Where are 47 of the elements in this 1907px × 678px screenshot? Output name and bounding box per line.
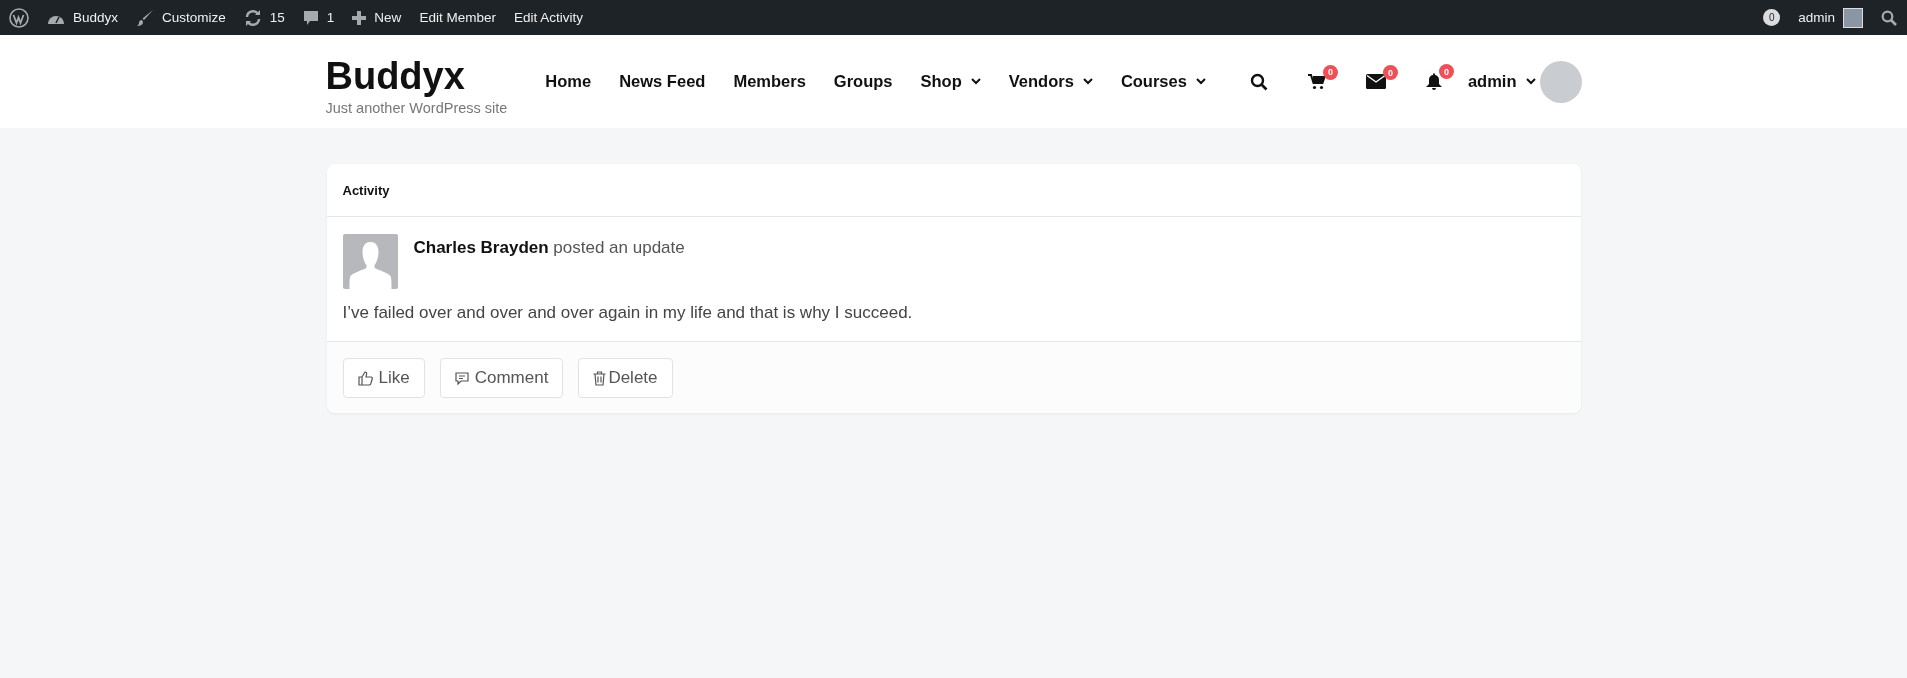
like-button[interactable]: Like bbox=[342, 358, 425, 398]
nav-link[interactable]: Members bbox=[733, 72, 806, 91]
chevron-down-icon bbox=[970, 78, 981, 85]
brush-icon bbox=[136, 8, 155, 27]
nav-link[interactable]: Courses bbox=[1120, 72, 1206, 91]
toolbar-link[interactable]: Edit Member bbox=[419, 10, 496, 25]
speech-bubble-icon bbox=[302, 9, 319, 26]
thumbs-up-icon bbox=[357, 370, 373, 386]
bell-icon bbox=[1425, 73, 1442, 90]
card-title: Activity bbox=[326, 164, 1581, 217]
trash-icon bbox=[593, 370, 607, 386]
refresh-icon bbox=[243, 8, 262, 27]
chevron-down-icon bbox=[1195, 78, 1206, 85]
nav-link[interactable]: Shop bbox=[920, 72, 981, 91]
search-icon[interactable] bbox=[1249, 72, 1268, 91]
count-badge: 0 bbox=[1322, 64, 1338, 80]
author-link[interactable]: Charles Brayden bbox=[413, 238, 549, 257]
user-menu-link[interactable]: admin bbox=[1467, 72, 1517, 91]
toolbar-link[interactable]: New bbox=[374, 10, 402, 25]
toolbar-link[interactable]: 15 bbox=[269, 10, 285, 25]
nav-link[interactable]: Vendors bbox=[1008, 72, 1093, 91]
avatar-photo-placeholder bbox=[1843, 7, 1863, 28]
search-icon[interactable] bbox=[1881, 9, 1897, 26]
notification-count[interactable]: 0 bbox=[1763, 9, 1781, 26]
toolbar-link[interactable]: Edit Activity bbox=[513, 10, 583, 25]
count-badge: 0 bbox=[1382, 65, 1398, 80]
chevron-down-icon bbox=[1082, 78, 1093, 85]
user-link[interactable]: admin bbox=[1798, 10, 1835, 25]
envelope-icon bbox=[1365, 74, 1386, 89]
toolbar-link[interactable]: Customize bbox=[162, 10, 226, 25]
count-badge: 0 bbox=[1438, 64, 1454, 79]
nav-link[interactable]: Home bbox=[545, 72, 592, 91]
plus-icon bbox=[352, 10, 367, 25]
nav-link[interactable]: News Feed bbox=[619, 72, 706, 91]
activity-header: Charles Brayden posted an update bbox=[413, 238, 685, 259]
toolbar-link[interactable]: 1 bbox=[326, 10, 335, 25]
toolbar-link[interactable]: Buddyx bbox=[73, 10, 119, 25]
chevron-down-icon bbox=[1525, 78, 1536, 85]
site-tagline: Just another WordPress site bbox=[325, 99, 508, 116]
comment-icon bbox=[454, 371, 469, 385]
wordpress-logo-icon[interactable] bbox=[9, 7, 29, 28]
site-title[interactable]: Buddyx bbox=[325, 53, 508, 98]
cart-icon bbox=[1307, 73, 1326, 90]
comment-button[interactable]: Comment bbox=[439, 358, 564, 398]
nav-link[interactable]: Groups bbox=[833, 72, 893, 91]
delete-button[interactable]: Delete bbox=[578, 358, 673, 398]
activity-content: I’ve failed over and over and over again in my life and that is why I succeed. bbox=[342, 303, 914, 323]
